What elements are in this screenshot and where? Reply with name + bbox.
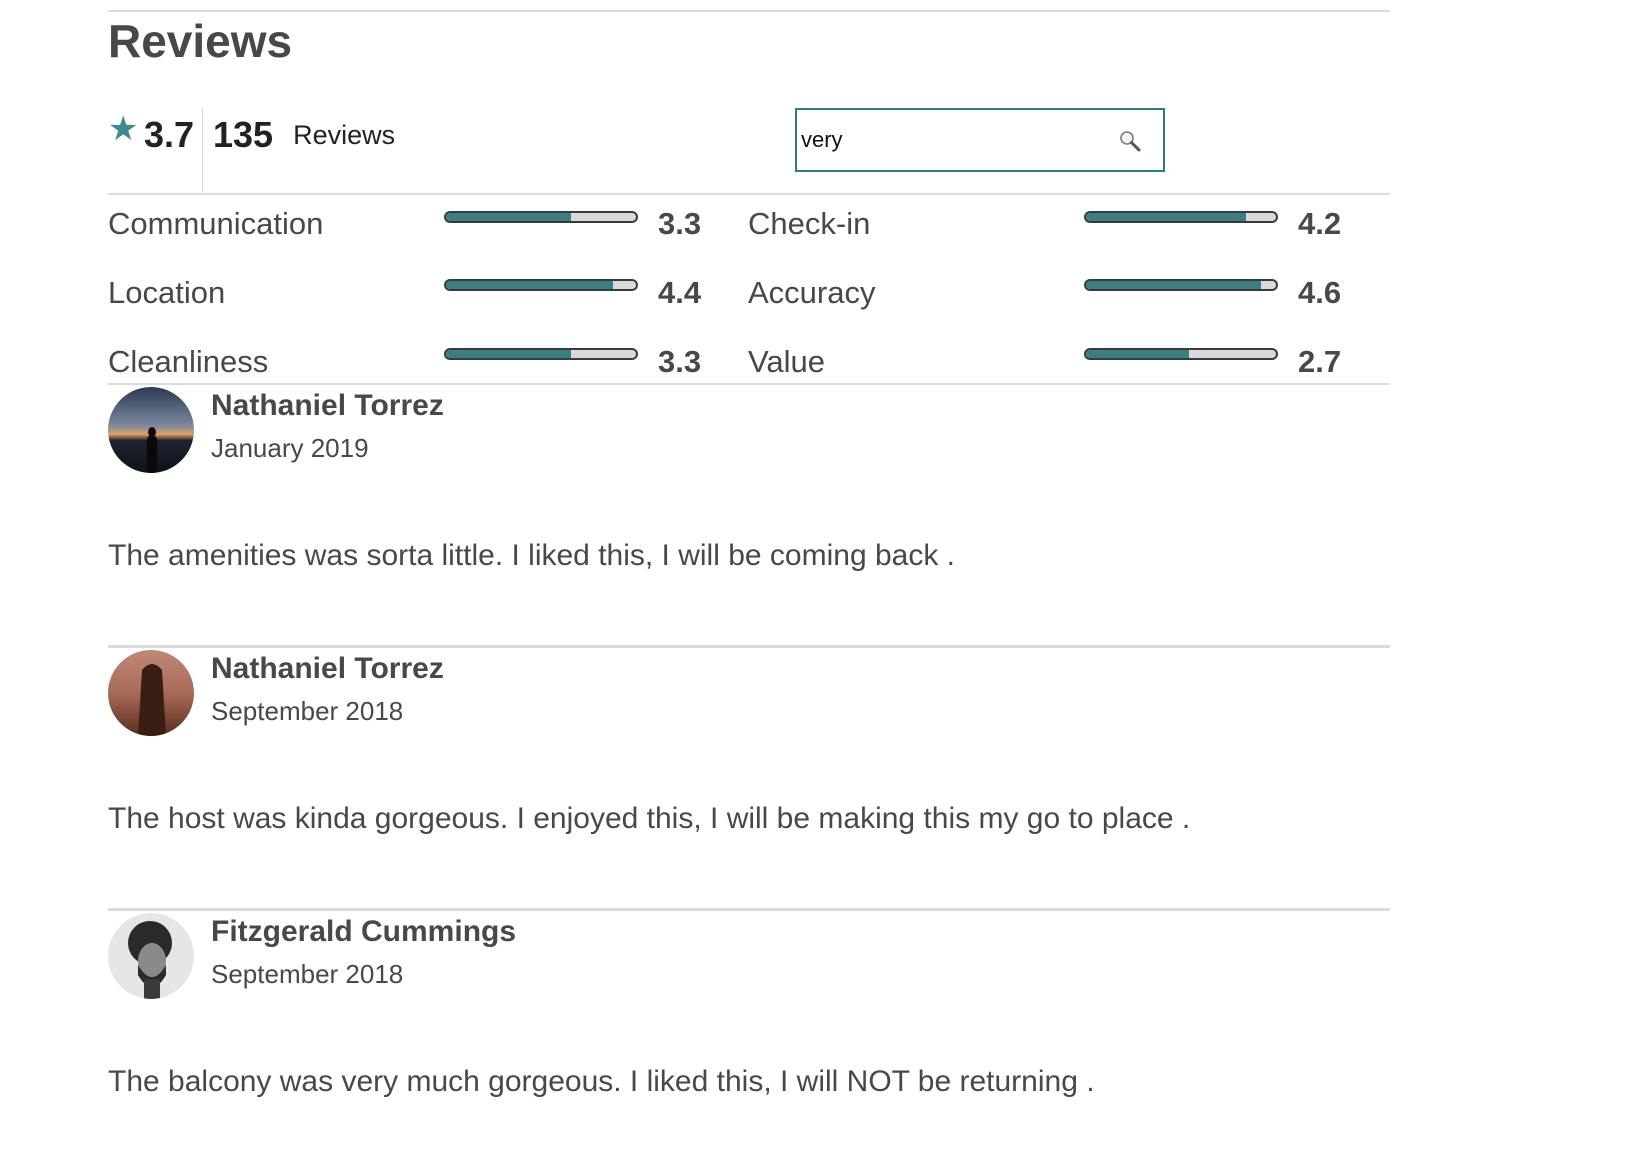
review-date: January 2019 bbox=[211, 433, 369, 463]
rating-bar-accuracy bbox=[1084, 279, 1278, 291]
rating-value-location: 4.4 bbox=[658, 275, 702, 310]
review-count: 135 bbox=[213, 114, 274, 155]
rating-label-accuracy: Accuracy bbox=[748, 275, 876, 310]
review-date: September 2018 bbox=[211, 696, 404, 726]
rating-value-accuracy: 4.6 bbox=[1298, 275, 1342, 310]
reviewer-name: Fitzgerald Cummings bbox=[211, 915, 517, 948]
rating-value-value: 2.7 bbox=[1298, 344, 1342, 379]
rating-bar-fill bbox=[446, 213, 572, 221]
review-text: The host was kinda gorgeous. I enjoyed t… bbox=[108, 802, 1191, 835]
reviewer-name: Nathaniel Torrez bbox=[211, 389, 444, 422]
rating-label-cleanliness: Cleanliness bbox=[108, 344, 269, 379]
rating-value-cleanliness: 3.3 bbox=[658, 344, 702, 379]
review-item: Nathaniel Torrez September 2018 The host… bbox=[108, 650, 1390, 890]
avatar bbox=[108, 650, 194, 736]
rating-bar-cleanliness bbox=[444, 348, 638, 360]
rating-bar-fill bbox=[1086, 213, 1246, 221]
review-item: Fitzgerald Cummings September 2018 The b… bbox=[108, 913, 1390, 1153]
review-item: Nathaniel Torrez January 2019 The amenit… bbox=[108, 387, 1390, 627]
summary-divider bbox=[202, 108, 203, 194]
search-box[interactable] bbox=[795, 108, 1165, 172]
overall-rating: ★ 3.7 135 Reviews bbox=[108, 108, 395, 194]
search-input[interactable] bbox=[801, 124, 1101, 156]
summary-divider-bottom bbox=[108, 193, 1390, 195]
review-text: The amenities was sorta little. I liked … bbox=[108, 539, 956, 572]
rating-bar-check-in bbox=[1084, 211, 1278, 223]
rating-bar-communication bbox=[444, 211, 638, 223]
rating-value-check-in: 4.2 bbox=[1298, 206, 1342, 241]
reviews-title: Reviews bbox=[108, 15, 293, 67]
rating-bar-fill bbox=[446, 281, 614, 289]
review-count-label: Reviews bbox=[293, 120, 396, 150]
star-icon: ★ bbox=[108, 110, 139, 148]
magnifier-icon[interactable] bbox=[1119, 130, 1141, 152]
rating-bar-value bbox=[1084, 348, 1278, 360]
avatar bbox=[108, 387, 194, 473]
reviewer-name: Nathaniel Torrez bbox=[211, 652, 444, 685]
rating-bar-fill bbox=[1086, 350, 1189, 358]
review-divider bbox=[108, 645, 1390, 648]
review-date: September 2018 bbox=[211, 959, 404, 989]
rating-value-communication: 3.3 bbox=[658, 206, 702, 241]
rating-bar-fill bbox=[446, 350, 572, 358]
rating-label-location: Location bbox=[108, 275, 226, 310]
rating-label-check-in: Check-in bbox=[748, 206, 871, 241]
average-rating: 3.7 bbox=[144, 114, 195, 155]
top-divider bbox=[108, 10, 1390, 12]
rating-label-communication: Communication bbox=[108, 206, 324, 241]
rating-bar-fill bbox=[1086, 281, 1261, 289]
review-text: The balcony was very much gorgeous. I li… bbox=[108, 1065, 1095, 1098]
review-divider bbox=[108, 908, 1390, 911]
rating-bar-location bbox=[444, 279, 638, 291]
ratings-divider bbox=[108, 383, 1390, 385]
avatar bbox=[108, 913, 194, 999]
rating-label-value: Value bbox=[748, 344, 825, 379]
